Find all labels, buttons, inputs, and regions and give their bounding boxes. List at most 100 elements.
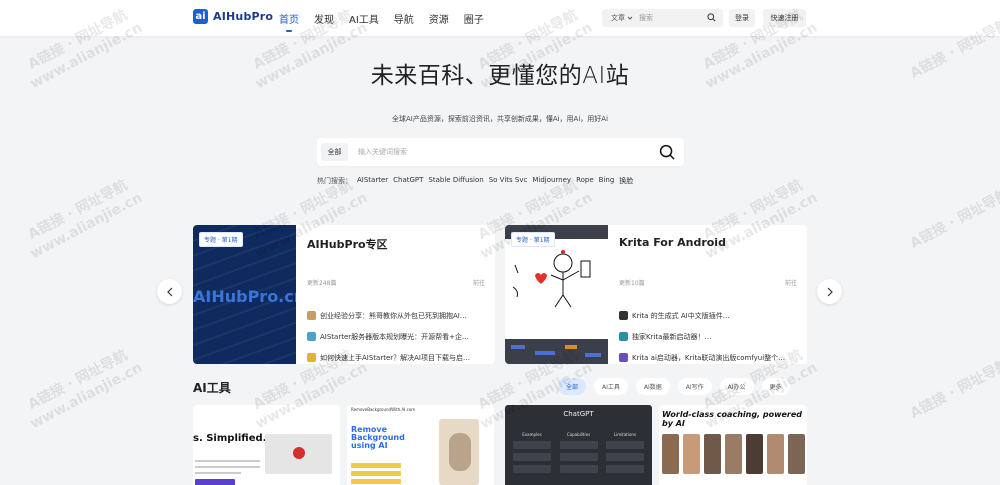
main-search-type[interactable]: 全部	[321, 143, 348, 161]
list-item-title: AIStarter服务器版本规划曝光：开源帮看+企…	[320, 332, 470, 341]
tool-card[interactable]: RemoveBackgroundWith.AI.com Remove Backg…	[347, 405, 494, 485]
list-item[interactable]: Krita ai启动器，Krita联动演出版comfyui整个…	[619, 347, 799, 364]
topic-meta: 更新248篇 前往	[307, 278, 485, 287]
avatar	[619, 332, 628, 341]
watermark: A链接 · 网址导航	[907, 355, 1000, 422]
watermark-line: A链接 · 网址导航	[25, 347, 131, 413]
list-item-title: Krita ai启动器，Krita联动演出版comfyui整个…	[632, 353, 786, 362]
search-icon[interactable]	[707, 13, 716, 22]
tool-card[interactable]: s. Simplified.	[193, 405, 340, 485]
tool-preview-headline: ChatGPT	[563, 410, 594, 418]
hot-tag[interactable]: AIStarter	[357, 176, 388, 186]
nav-item-ai-tools[interactable]: AI工具	[349, 11, 379, 26]
tab-ai-tools[interactable]: AI工具	[594, 378, 628, 395]
thumbnail-text: AIHubPro.cn	[193, 287, 296, 306]
watermark-line: A链接 · 网址导航	[25, 177, 131, 243]
tool-preview-headline: s. Simplified.	[193, 433, 267, 444]
coach-photos	[662, 434, 805, 474]
preview-image	[439, 419, 479, 485]
hero-title: 未来百科、更懂您的AI站	[370, 63, 630, 89]
watermark-line: www.alianjie.cn	[27, 189, 146, 263]
nav-item-discover[interactable]: 发现	[314, 11, 334, 26]
list-item[interactable]: Krita 的生成式 AI中文版插件…	[619, 305, 799, 326]
list-item-title: 如何快速上手AIStarter？解决AI项目下载与启…	[320, 353, 470, 362]
nav-item-resources[interactable]: 资源	[429, 11, 449, 26]
chevron-down-icon	[627, 16, 633, 20]
nav-item-navigation[interactable]: 导航	[394, 11, 414, 26]
topic-thumbnail[interactable]: 专题 · 第1期	[505, 225, 608, 364]
column-header: Capabilities	[566, 432, 591, 437]
top-header: ai AIHubPro 首页 发现 AI工具 导航 资源 圈子 文章 搜索 登录…	[0, 0, 1000, 36]
topic-update-count: 更新10篇	[619, 280, 645, 287]
preview-button	[351, 471, 401, 476]
column-header: Limitations	[613, 432, 637, 437]
topic-go-link[interactable]: 前往	[785, 278, 797, 287]
hot-searches: 热门搜索： AIStarter ChatGPT Stable Diffusion…	[317, 176, 633, 186]
search-type-label: 文章	[611, 14, 625, 22]
main-nav: 首页 发现 AI工具 导航 资源 圈子	[279, 11, 484, 32]
topic-thumbnail[interactable]: 专题 · 第1期 AIHubPro.cn	[193, 225, 296, 364]
column-header: Examples	[522, 432, 542, 437]
hot-tag[interactable]: ChatGPT	[393, 176, 423, 186]
tab-more[interactable]: 更多	[761, 378, 790, 395]
header-search[interactable]: 文章 搜索	[602, 9, 723, 27]
video-thumbnail	[265, 434, 332, 474]
main-search[interactable]: 全部 输入关键词搜索	[317, 138, 684, 166]
hot-tag[interactable]: Stable Diffusion	[428, 176, 483, 186]
hot-tag[interactable]: So Vits Svc	[489, 176, 528, 186]
search-icon[interactable]	[659, 144, 676, 161]
list-item[interactable]: 创业经验分享：熊哥教你从外包已死到拥抱AI…	[307, 305, 487, 326]
watermark-line: A链接 · 网址导航	[907, 186, 1000, 252]
login-button[interactable]: 登录	[729, 9, 755, 27]
list-item[interactable]: AIStarter服务器版本规划曝光：开源帮看+企…	[307, 326, 487, 347]
main-search-input[interactable]: 输入关键词搜索	[358, 147, 659, 157]
topic-update-count: 更新248篇	[307, 280, 337, 287]
carousel-prev-button[interactable]	[157, 279, 182, 304]
avatar	[619, 353, 628, 362]
topic-meta: 更新10篇 前往	[619, 278, 797, 287]
hot-tag[interactable]: Bing	[599, 176, 615, 186]
tool-card[interactable]: World-class coaching, powered by AI	[659, 405, 807, 485]
preview-button	[351, 463, 401, 468]
topic-title[interactable]: AIHubPro专区	[307, 236, 388, 252]
topic-go-link[interactable]: 前往	[473, 278, 485, 287]
tab-ai-data[interactable]: AI数据	[635, 378, 670, 395]
topic-title[interactable]: Krita For Android	[619, 236, 726, 249]
carousel-next-button[interactable]	[817, 279, 842, 304]
preview-columns: Examples Capabilities Limitations	[513, 432, 644, 477]
watermark: A链接 · 网址导航	[907, 185, 1000, 252]
list-item[interactable]: 如何快速上手AIStarter？解决AI项目下载与启…	[307, 347, 487, 364]
nav-item-home[interactable]: 首页	[279, 11, 299, 32]
list-item-title: Krita 的生成式 AI中文版插件…	[632, 311, 730, 320]
topic-article-list: 创业经验分享：熊哥教你从外包已死到拥抱AI… AIStarter服务器版本规划曝…	[307, 305, 487, 364]
watermark-line: A链接 · 网址导航	[907, 356, 1000, 422]
topic-card[interactable]: 专题 · 第1期 AIHubPro.cn AIHubPro专区 更新248篇 前…	[193, 225, 495, 364]
watermark: A链接 · 网址导航www.alianjie.cn	[19, 343, 146, 433]
list-item-title: 独家Krita最新启动器！…	[632, 332, 712, 341]
tool-card[interactable]: ChatGPT Examples Capabilities Limitation…	[505, 405, 652, 485]
topic-badge: 专题 · 第1期	[199, 232, 243, 247]
hot-tag[interactable]: 换脸	[619, 176, 633, 186]
site-logo[interactable]: ai AIHubPro	[193, 9, 273, 24]
tab-all[interactable]: 全部	[558, 378, 587, 395]
section-title-ai-tools: AI工具	[193, 381, 231, 395]
search-type-select[interactable]: 文章	[602, 13, 639, 23]
tab-ai-office[interactable]: AI办公	[719, 378, 754, 395]
hot-search-label: 热门搜索：	[317, 177, 352, 185]
avatar	[307, 353, 316, 362]
nav-item-circle[interactable]: 圈子	[464, 11, 484, 26]
text-lines	[195, 460, 260, 478]
watermark: A链接 · 网址导航www.alianjie.cn	[19, 173, 146, 263]
chevron-right-icon	[827, 287, 833, 296]
topic-card[interactable]: 专题 · 第1期 Krita For Android 更新10篇 前往 Krit…	[505, 225, 807, 364]
hot-tag[interactable]: Midjourney	[532, 176, 571, 186]
chevron-left-icon	[166, 287, 172, 296]
tab-ai-writing[interactable]: AI写作	[677, 378, 712, 395]
ai-tools-tabs: 全部 AI工具 AI数据 AI写作 AI办公 更多	[558, 378, 790, 395]
register-button[interactable]: 快速注册	[763, 9, 806, 27]
tool-preview-headline: World-class coaching, powered by AI	[662, 410, 803, 428]
tool-preview-site: RemoveBackgroundWith.AI.com	[351, 407, 416, 412]
hot-tag[interactable]: Rope	[576, 176, 594, 186]
list-item[interactable]: 独家Krita最新启动器！…	[619, 326, 799, 347]
avatar	[307, 332, 316, 341]
